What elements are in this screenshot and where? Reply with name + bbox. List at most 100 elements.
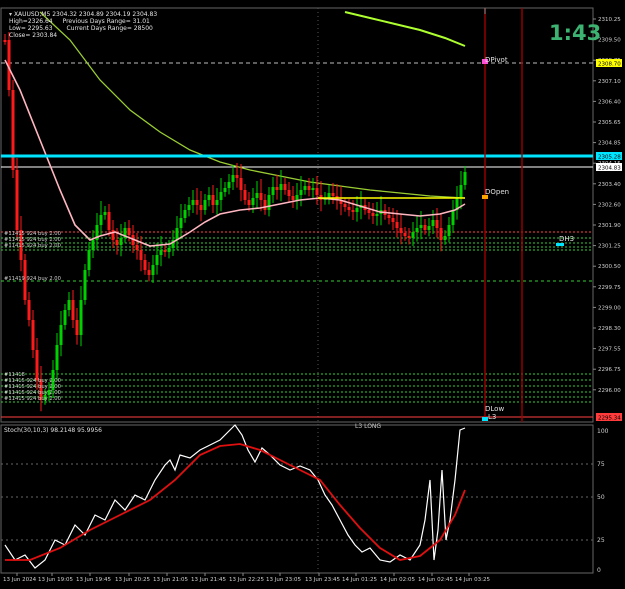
price-tick-label: 2306.40	[598, 99, 621, 105]
candle-body	[219, 192, 223, 200]
stoch-level-label: 100	[597, 428, 609, 435]
candle-body	[387, 215, 391, 218]
candle-body	[179, 218, 183, 228]
candle-body	[231, 175, 235, 182]
candle-body	[15, 170, 19, 230]
candle-body	[443, 236, 447, 240]
candle-body	[347, 207, 351, 210]
candle-body	[215, 200, 219, 205]
time-tick-label: 13 Jun 23:05	[266, 577, 301, 583]
candle-body	[59, 325, 63, 345]
candle-body	[107, 212, 111, 230]
price-badge-text: 2304.83	[598, 166, 621, 172]
candle-body	[259, 193, 263, 200]
candle-body	[175, 228, 179, 240]
time-tick-label: 14 Jun 02:05	[380, 577, 415, 583]
price-tick-label: 2299.00	[598, 305, 621, 311]
candle-body	[31, 320, 35, 350]
price-tick-label: 2305.65	[598, 120, 621, 126]
candle-body	[159, 250, 163, 255]
candle-body	[71, 300, 75, 320]
candle-body	[299, 190, 303, 195]
previous-range: Previous Days Range= 31.01	[62, 18, 150, 25]
candle-body	[447, 225, 451, 236]
candle-body	[35, 350, 39, 380]
candle-body	[83, 270, 87, 300]
trading-chart-window[interactable]: DPivot DOpen DLow DH3 L3 #11415 924 buy …	[0, 0, 625, 585]
pivot-label-l3: L3	[488, 413, 496, 421]
time-tick-label: 13 Jun 2024	[3, 577, 37, 583]
chart-canvas[interactable]: DPivot DOpen DLow DH3 L3 #11415 924 buy …	[0, 0, 625, 585]
candle-body	[27, 300, 31, 320]
stoch-level-label: 25	[597, 537, 605, 544]
candle-body	[63, 310, 67, 325]
candle-body	[303, 186, 307, 190]
current-range: Current Days Range= 28500	[66, 25, 153, 32]
price-tick-label: 2296.00	[598, 388, 621, 394]
price-tick-label: 2298.30	[598, 326, 621, 332]
pivot-label-dopen: DOpen	[485, 188, 509, 196]
time-tick-label: 14 Jun 01:25	[342, 577, 377, 583]
candle-body	[247, 200, 251, 205]
candle-body	[407, 236, 411, 238]
time-tick-label: 13 Jun 21:45	[191, 577, 226, 583]
ohlc-values: 2304.32 2304.89 2304.19 2304.83	[52, 11, 158, 18]
candle-body	[267, 195, 271, 210]
price-tick-label: 2300.50	[598, 264, 621, 270]
candle-body	[147, 270, 151, 275]
symbol-marker-icon: ▾	[9, 11, 13, 18]
candle-body	[275, 187, 279, 190]
candle-body	[423, 225, 427, 230]
stoch-level-label: 50	[597, 494, 605, 501]
candle-timer: 1:43	[549, 21, 602, 45]
candle-body	[375, 214, 379, 216]
candle-body	[371, 213, 375, 216]
candle-body	[439, 228, 443, 240]
chart-header: ▾ XAUUSD,M5 2304.32 2304.89 2304.19 2304…	[9, 11, 157, 39]
candle-body	[79, 300, 83, 335]
candle-body	[67, 300, 71, 310]
price-tick-label: 2307.10	[598, 79, 621, 85]
price-tick-label: 2299.75	[598, 285, 621, 291]
candle-body	[395, 222, 399, 228]
candle-body	[279, 184, 283, 190]
candle-body	[195, 200, 199, 205]
candle-body	[127, 228, 131, 235]
candle-body	[411, 232, 415, 238]
candle-body	[283, 184, 287, 190]
price-tick-label: 2297.55	[598, 347, 621, 353]
order-label: #11415 924 buy 2.00	[4, 243, 61, 249]
order-label: #11415 924 buy 2.00	[4, 396, 61, 402]
level-label-l3-long: L3 LONG	[355, 423, 381, 430]
candle-body	[311, 188, 315, 190]
time-tick-label: 13 Jun 20:25	[115, 577, 150, 583]
candle-body	[167, 248, 171, 252]
candle-body	[135, 245, 139, 250]
candle-body	[87, 250, 91, 270]
candle-body	[459, 185, 463, 198]
time-tick-label: 13 Jun 22:25	[229, 577, 264, 583]
candle-body	[291, 196, 295, 200]
candle-body	[295, 195, 299, 200]
candle-body	[11, 90, 15, 170]
candle-body	[431, 220, 435, 226]
candle-body	[223, 188, 227, 192]
candle-body	[239, 178, 243, 190]
candle-body	[191, 200, 195, 205]
candle-body	[199, 205, 203, 210]
candle-body	[203, 200, 207, 210]
candle-body	[115, 240, 119, 245]
order-label: #11419 924 buy 2.00	[4, 276, 61, 282]
candle-body	[55, 345, 59, 370]
candle-body	[287, 190, 291, 196]
price-tick-label: 2296.75	[598, 367, 621, 373]
stoch-level-label: 0	[597, 567, 601, 574]
candle-body	[427, 226, 431, 230]
symbol-label: XAUUSD,M5	[13, 11, 51, 18]
candle-body	[355, 208, 359, 212]
candle-body	[155, 255, 159, 265]
candle-body	[211, 195, 215, 205]
stoch-level-label: 75	[597, 461, 605, 468]
candle-body	[99, 215, 103, 225]
candle-body	[451, 210, 455, 225]
